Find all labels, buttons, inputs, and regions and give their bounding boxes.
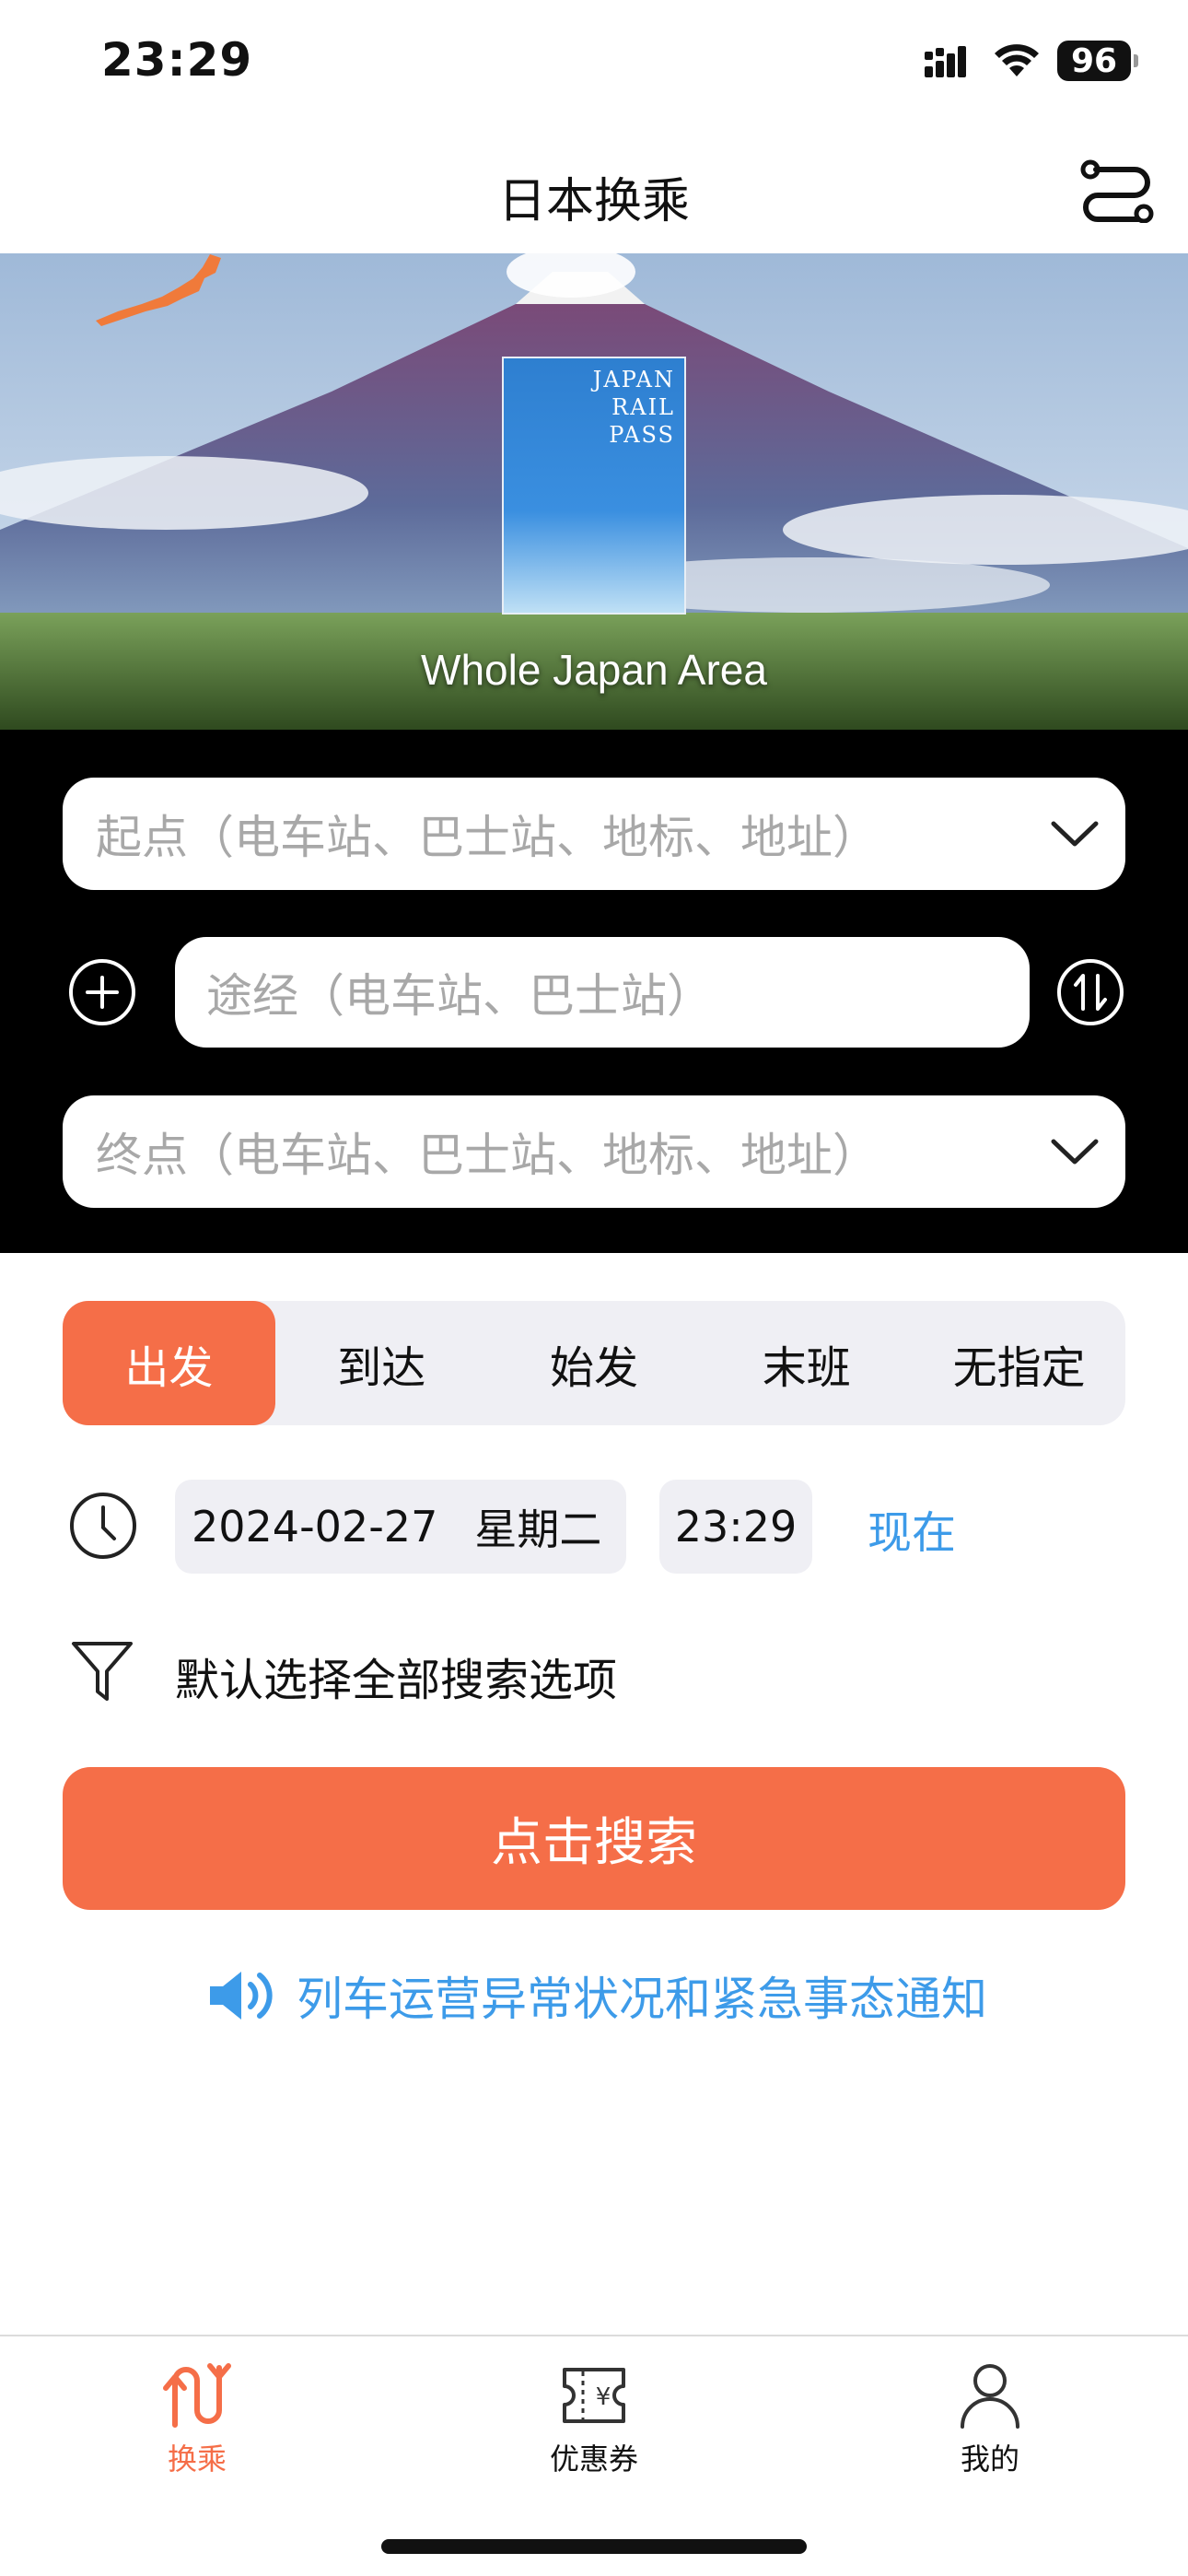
battery-indicator: 96 <box>1057 41 1138 81</box>
origin-field[interactable]: 起点（电车站、巴士站、地标、地址） <box>63 778 1125 890</box>
tab-last-train[interactable]: 末班 <box>700 1301 913 1425</box>
search-mode-tabs: 出发 到达 始发 末班 无指定 <box>63 1301 1125 1425</box>
tab-unspecified[interactable]: 无指定 <box>913 1301 1125 1425</box>
search-button[interactable]: 点击搜索 <box>63 1767 1125 1910</box>
service-notice-link[interactable]: 列车运营异常状况和紧急事态通知 <box>206 1962 987 2029</box>
notice-text: 列车运营异常状况和紧急事态通知 <box>297 1973 987 2026</box>
home-indicator[interactable] <box>381 2539 807 2554</box>
wifi-icon <box>995 44 1039 76</box>
tabbar-label: 我的 <box>960 2441 1019 2476</box>
route-input-panel: 起点（电车站、巴士站、地标、地址） 途经（电车站、巴士站） 终点（电车站、巴士站… <box>0 730 1188 1253</box>
weekday-value: 星期二 <box>474 1505 602 1554</box>
filter-icon[interactable] <box>70 1638 134 1703</box>
status-bar: 23:29 96 <box>0 0 1188 129</box>
tabbar-item-transfer[interactable]: 换乘 <box>96 2360 298 2478</box>
japan-map-icon <box>96 254 221 326</box>
tabbar-label: 换乘 <box>167 2441 227 2476</box>
chevron-down-icon[interactable] <box>1050 1130 1100 1173</box>
pass-title: JAPAN RAIL PASS <box>592 367 675 448</box>
tabbar-item-coupons[interactable]: ¥ 优惠券 <box>493 2360 695 2478</box>
via-field[interactable]: 途经（电车站、巴士站） <box>175 937 1030 1048</box>
page-title: 日本换乘 <box>497 174 690 229</box>
hero-caption: Whole Japan Area <box>421 646 767 694</box>
now-button[interactable]: 现在 <box>868 1496 956 1561</box>
svg-text:¥: ¥ <box>596 2383 611 2411</box>
date-picker[interactable]: 2024-02-27 星期二 <box>175 1480 626 1574</box>
clock-icon <box>70 1493 136 1559</box>
status-icons: 96 <box>925 41 1138 81</box>
route-settings-icon[interactable] <box>1077 157 1155 223</box>
hero-banner[interactable]: JAPAN RAIL PASS Whole Japan Area <box>0 253 1188 730</box>
tab-arrive[interactable]: 到达 <box>275 1301 488 1425</box>
add-via-icon[interactable] <box>67 957 137 1027</box>
tab-depart[interactable]: 出发 <box>63 1301 275 1425</box>
transfer-icon <box>163 2363 231 2428</box>
swap-direction-icon[interactable] <box>1055 957 1125 1027</box>
date-value: 2024-02-27 <box>192 1502 438 1551</box>
destination-placeholder: 终点（电车站、巴士站、地标、地址） <box>96 1129 879 1182</box>
status-time: 23:29 <box>101 33 253 87</box>
search-options-label[interactable]: 默认选择全部搜索选项 <box>175 1644 617 1708</box>
tabbar-label: 优惠券 <box>549 2441 638 2476</box>
destination-field[interactable]: 终点（电车站、巴士站、地标、地址） <box>63 1095 1125 1208</box>
cellular-signal-icon <box>925 46 966 77</box>
time-picker[interactable]: 23:29 <box>659 1480 812 1574</box>
profile-icon <box>961 2364 1019 2429</box>
via-placeholder: 途经（电车站、巴士站） <box>206 969 713 1023</box>
coupon-icon: ¥ <box>563 2368 625 2423</box>
tab-first-train[interactable]: 始发 <box>488 1301 701 1425</box>
origin-placeholder: 起点（电车站、巴士站、地标、地址） <box>96 811 879 864</box>
speaker-icon <box>210 1972 273 2020</box>
tabbar-item-profile[interactable]: 我的 <box>889 2360 1091 2478</box>
chevron-down-icon[interactable] <box>1050 813 1100 855</box>
japan-rail-pass-card: JAPAN RAIL PASS <box>502 357 686 615</box>
nav-bar: 日本换乘 <box>0 129 1188 253</box>
